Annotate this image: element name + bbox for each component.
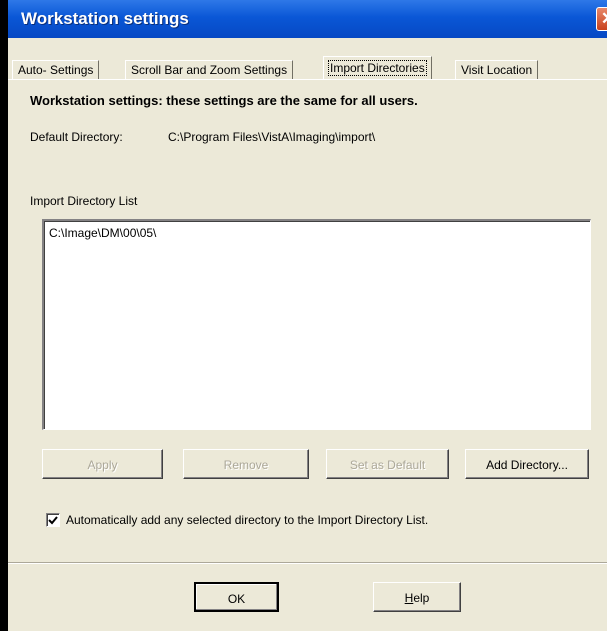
checkmark-icon [48, 516, 58, 525]
tab-strip: Auto- Settings Scroll Bar and Zoom Setti… [12, 56, 607, 80]
import-directory-list-label: Import Directory List [30, 194, 138, 208]
help-button[interactable]: Help [373, 582, 461, 612]
window-title: Workstation settings [21, 9, 189, 28]
auto-add-label[interactable]: Automatically add any selected directory… [66, 513, 428, 527]
close-icon: ✕ [601, 9, 607, 28]
close-button[interactable]: ✕ [596, 7, 607, 31]
add-directory-button[interactable]: Add Directory... [465, 449, 589, 479]
tab-baseline [8, 79, 607, 80]
title-bar[interactable]: Workstation settings ✕ [8, 0, 607, 38]
list-item[interactable]: C:\Image\DM\00\05\ [49, 226, 156, 240]
ok-button[interactable]: OK [194, 582, 279, 612]
import-directory-listbox[interactable]: C:\Image\DM\00\05\ [42, 219, 591, 430]
settings-heading: Workstation settings: these settings are… [30, 93, 418, 108]
footer-separator-highlight [8, 563, 607, 564]
tab-visit-location[interactable]: Visit Location [455, 60, 539, 79]
remove-button[interactable]: Remove [183, 449, 309, 479]
auto-add-checkbox[interactable] [46, 513, 60, 527]
tab-auto-settings[interactable]: Auto- Settings [12, 60, 100, 79]
set-as-default-button[interactable]: Set as Default [326, 449, 449, 479]
window-frame-left [0, 0, 8, 631]
default-directory-label: Default Directory: [30, 130, 123, 144]
tab-import-directories[interactable]: Import Directories [323, 56, 432, 79]
apply-button[interactable]: Apply [42, 449, 163, 479]
help-label-rest: elp [413, 591, 430, 605]
tab-scroll-bar-zoom[interactable]: Scroll Bar and Zoom Settings [125, 60, 294, 79]
default-directory-value: C:\Program Files\VistA\Imaging\import\ [168, 130, 376, 144]
